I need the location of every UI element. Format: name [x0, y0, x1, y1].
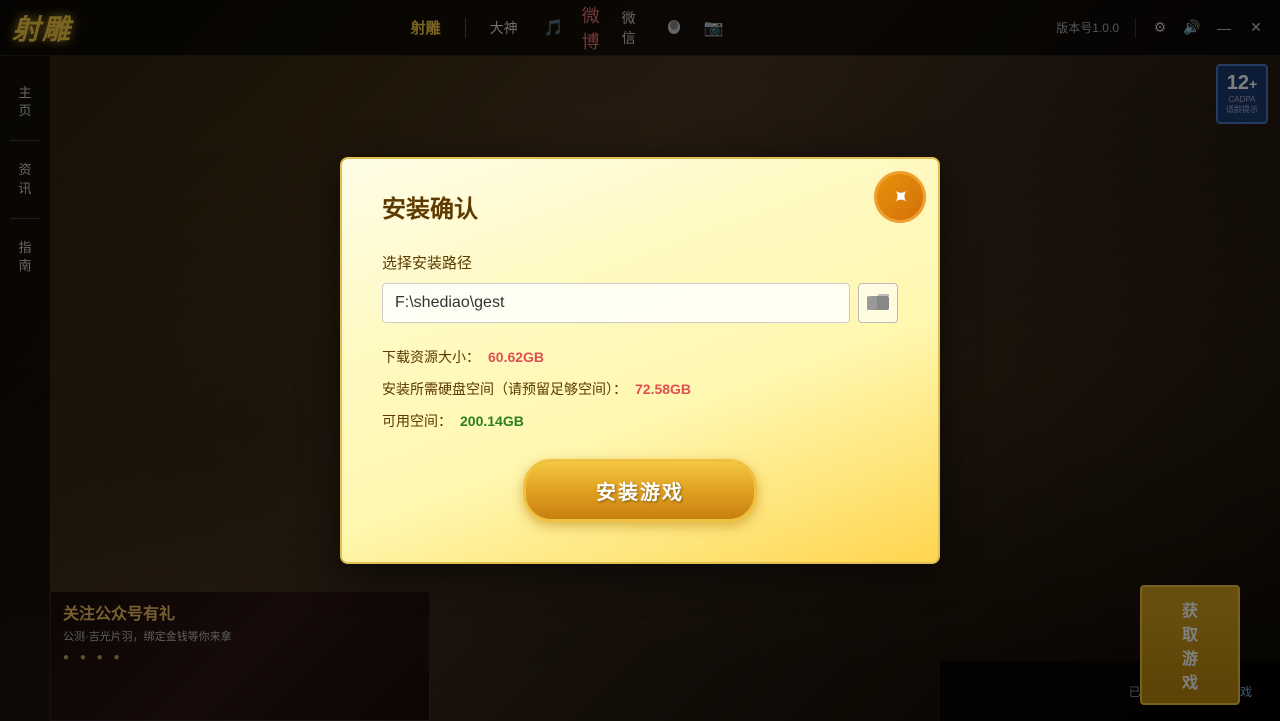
path-label: 选择安装路径: [382, 252, 898, 273]
path-input[interactable]: [382, 283, 850, 323]
dialog-close-button[interactable]: ✦: [874, 171, 926, 223]
download-size-label: 下载资源大小：: [382, 347, 480, 367]
download-size-value: 60.62GB: [488, 349, 544, 365]
free-space-value: 200.14GB: [460, 413, 524, 429]
dialog-decoration: [798, 159, 878, 239]
free-space-label: 可用空间：: [382, 411, 452, 431]
disk-size-row: 安装所需硬盘空间（请预留足够空间）： 72.58GB: [382, 379, 898, 399]
free-space-row: 可用空间： 200.14GB: [382, 411, 898, 431]
close-flower-icon: ✦: [884, 181, 915, 212]
install-dialog: 安装确认 ✦ 选择安装路径 下载资源大小： 60.62GB: [340, 157, 940, 564]
install-button[interactable]: 安装游戏: [523, 459, 757, 522]
folder-icon: [867, 292, 889, 315]
modal-overlay: 安装确认 ✦ 选择安装路径 下载资源大小： 60.62GB: [0, 0, 1280, 721]
disk-size-label: 安装所需硬盘空间（请预留足够空间）：: [382, 379, 627, 399]
download-size-row: 下载资源大小： 60.62GB: [382, 347, 898, 367]
folder-browse-button[interactable]: [858, 283, 898, 323]
disk-size-value: 72.58GB: [635, 381, 691, 397]
path-row: [382, 283, 898, 323]
